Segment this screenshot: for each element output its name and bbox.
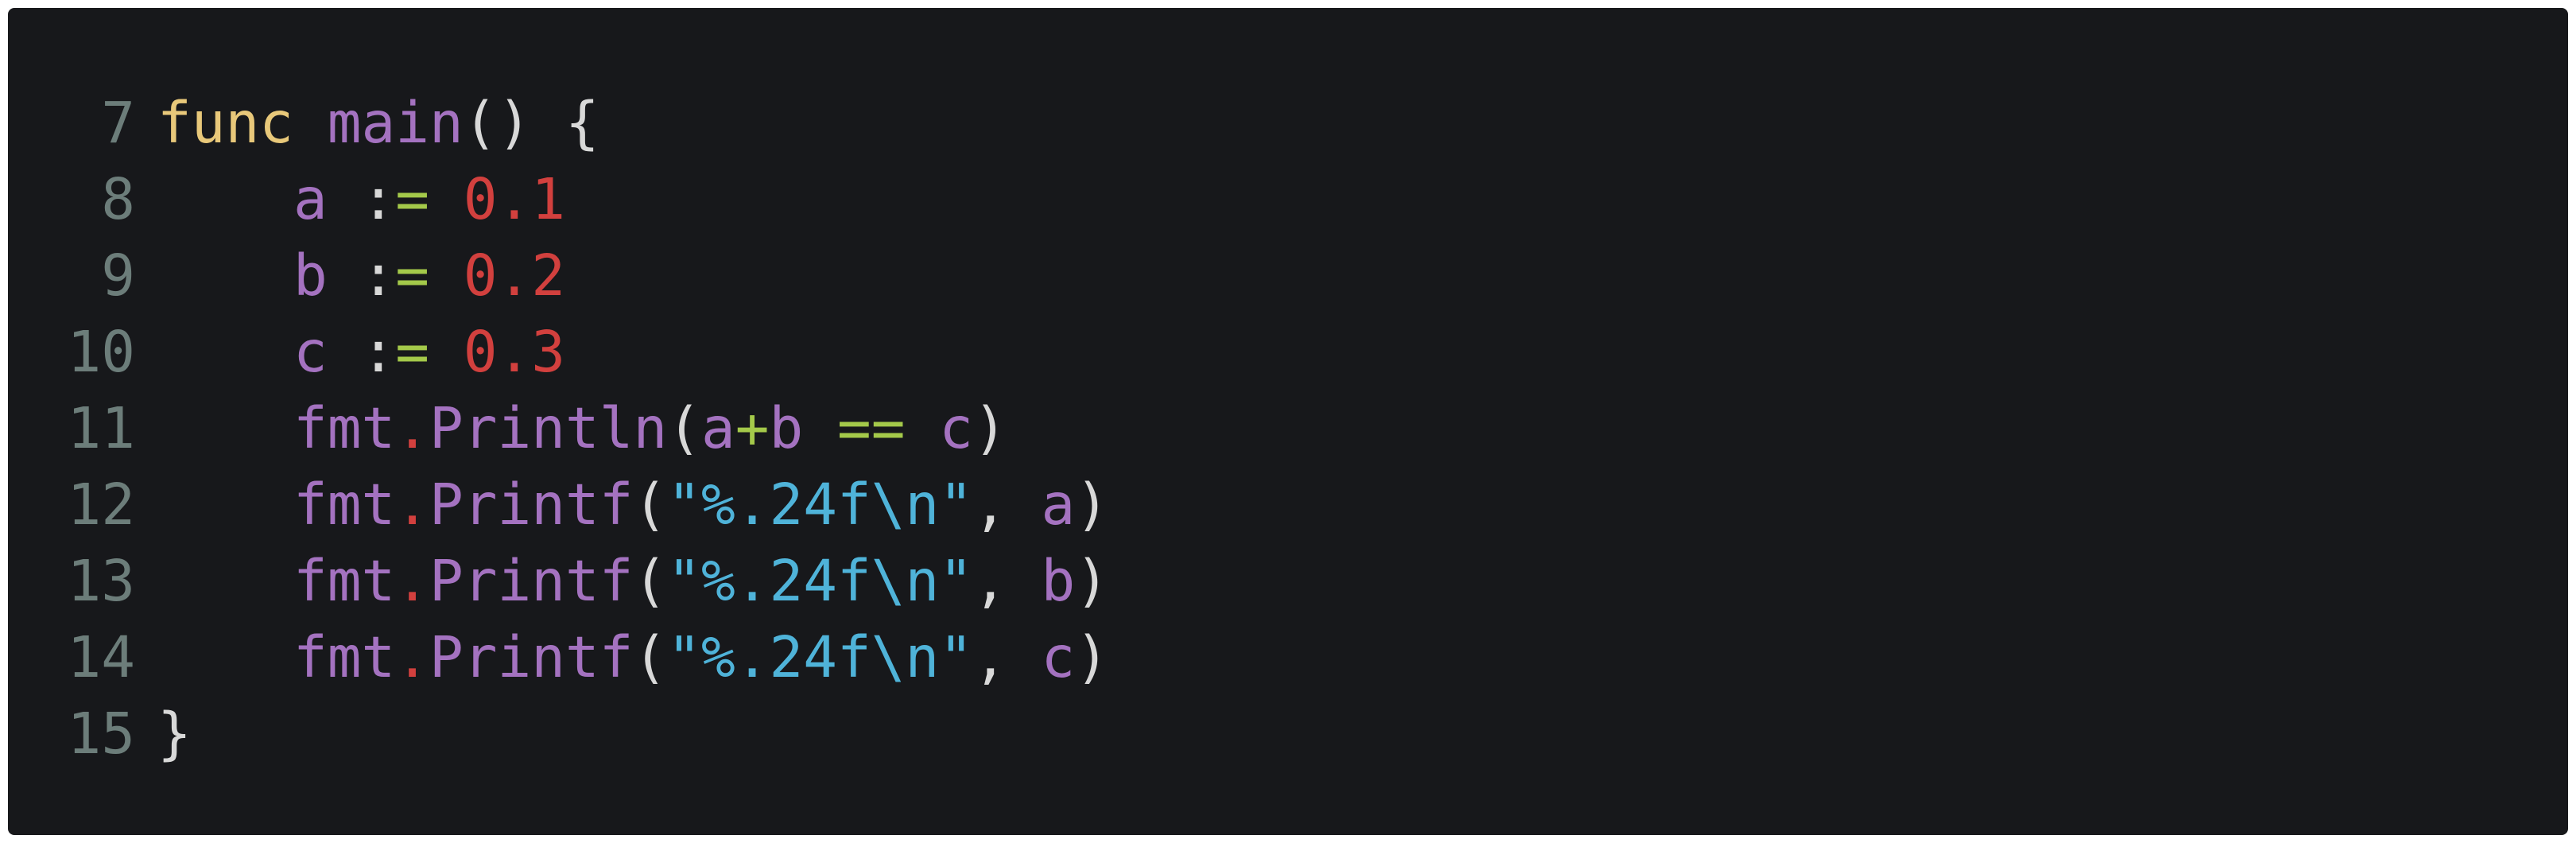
- code-token: c: [939, 395, 973, 461]
- code-token: Printf: [429, 624, 634, 690]
- code-token: +: [735, 395, 770, 461]
- line-number: 9: [101, 243, 135, 309]
- code-token: :: [327, 166, 396, 232]
- line-number: 14: [67, 624, 136, 690]
- code-line: 10 c := 0.3: [8, 314, 2568, 390]
- code-token: b: [769, 395, 804, 461]
- line-number: 7: [101, 90, 135, 156]
- code-token: }: [157, 701, 192, 767]
- line-code: func main() {: [157, 85, 599, 161]
- code-token: "%.24f\n": [667, 624, 973, 690]
- line-code: c := 0.3: [157, 314, 565, 390]
- code-token: ,: [972, 472, 1042, 538]
- line-code: a := 0.1: [157, 161, 565, 238]
- code-line: 7 func main() {: [8, 85, 2568, 161]
- code-line: 15}: [8, 696, 2568, 772]
- line-code: fmt.Printf("%.24f\n", b): [157, 543, 1109, 620]
- line-number: 13: [67, 548, 136, 614]
- code-token: .: [395, 395, 429, 461]
- code-token: 0.1: [463, 166, 565, 232]
- code-token: (: [633, 548, 668, 614]
- code-line: 12 fmt.Printf("%.24f\n", a): [8, 467, 2568, 543]
- code-token: =: [395, 243, 429, 309]
- code-line: 13 fmt.Printf("%.24f\n", b): [8, 543, 2568, 620]
- line-number: 12: [67, 472, 136, 538]
- code-token: () {: [463, 90, 599, 156]
- line-code: fmt.Println(a+b == c): [157, 390, 1007, 467]
- code-line: 14 fmt.Printf("%.24f\n", c): [8, 620, 2568, 696]
- code-token: (: [633, 624, 668, 690]
- code-token: :: [327, 243, 396, 309]
- code-token: =: [395, 166, 429, 232]
- line-number: 11: [67, 395, 136, 461]
- code-token: .: [395, 472, 429, 538]
- line-number: 10: [67, 319, 136, 385]
- code-token: 0.2: [463, 243, 565, 309]
- code-token: fmt: [293, 395, 396, 461]
- code-token: a: [700, 395, 735, 461]
- code-token: ,: [972, 548, 1042, 614]
- code-token: fmt: [293, 548, 396, 614]
- code-token: (: [667, 395, 701, 461]
- code-token: :: [327, 319, 396, 385]
- code-token: .: [395, 624, 429, 690]
- code-token: a: [1041, 472, 1076, 538]
- code-lines: 7 func main() {8 a := 0.1 9 b := 0.2 10 c :…: [8, 85, 2568, 772]
- code-line: 11 fmt.Println(a+b == c): [8, 390, 2568, 467]
- code-token: fmt: [293, 624, 396, 690]
- code-token: Println: [429, 395, 668, 461]
- code-token: b: [1041, 548, 1076, 614]
- line-code: }: [157, 696, 192, 772]
- code-token: Printf: [429, 548, 634, 614]
- code-token: c: [293, 319, 328, 385]
- line-code: fmt.Printf("%.24f\n", a): [157, 467, 1109, 543]
- code-token: =: [395, 319, 429, 385]
- code-token: c: [1041, 624, 1076, 690]
- code-token: ,: [972, 624, 1042, 690]
- code-token: (: [633, 472, 668, 538]
- code-token: "%.24f\n": [667, 548, 973, 614]
- code-token: ): [1075, 548, 1109, 614]
- line-code: b := 0.2: [157, 238, 565, 314]
- code-editor: 7 func main() {8 a := 0.1 9 b := 0.2 10 c :…: [8, 8, 2568, 835]
- code-token: ): [972, 395, 1007, 461]
- code-token: a: [293, 166, 328, 232]
- code-token: Printf: [429, 472, 634, 538]
- code-token: "%.24f\n": [667, 472, 973, 538]
- code-token: ): [1075, 472, 1109, 538]
- code-token: fmt: [293, 472, 396, 538]
- code-token: ): [1075, 624, 1109, 690]
- code-token: .: [395, 548, 429, 614]
- code-line: 9 b := 0.2: [8, 238, 2568, 314]
- code-line: 8 a := 0.1: [8, 161, 2568, 238]
- code-token: func: [157, 90, 293, 156]
- line-number: 8: [101, 166, 135, 232]
- line-code: fmt.Printf("%.24f\n", c): [157, 620, 1109, 696]
- line-number: 15: [67, 701, 136, 767]
- code-token: ==: [836, 395, 906, 461]
- code-token: 0.3: [463, 319, 565, 385]
- code-token: b: [293, 243, 328, 309]
- code-token: main: [327, 90, 464, 156]
